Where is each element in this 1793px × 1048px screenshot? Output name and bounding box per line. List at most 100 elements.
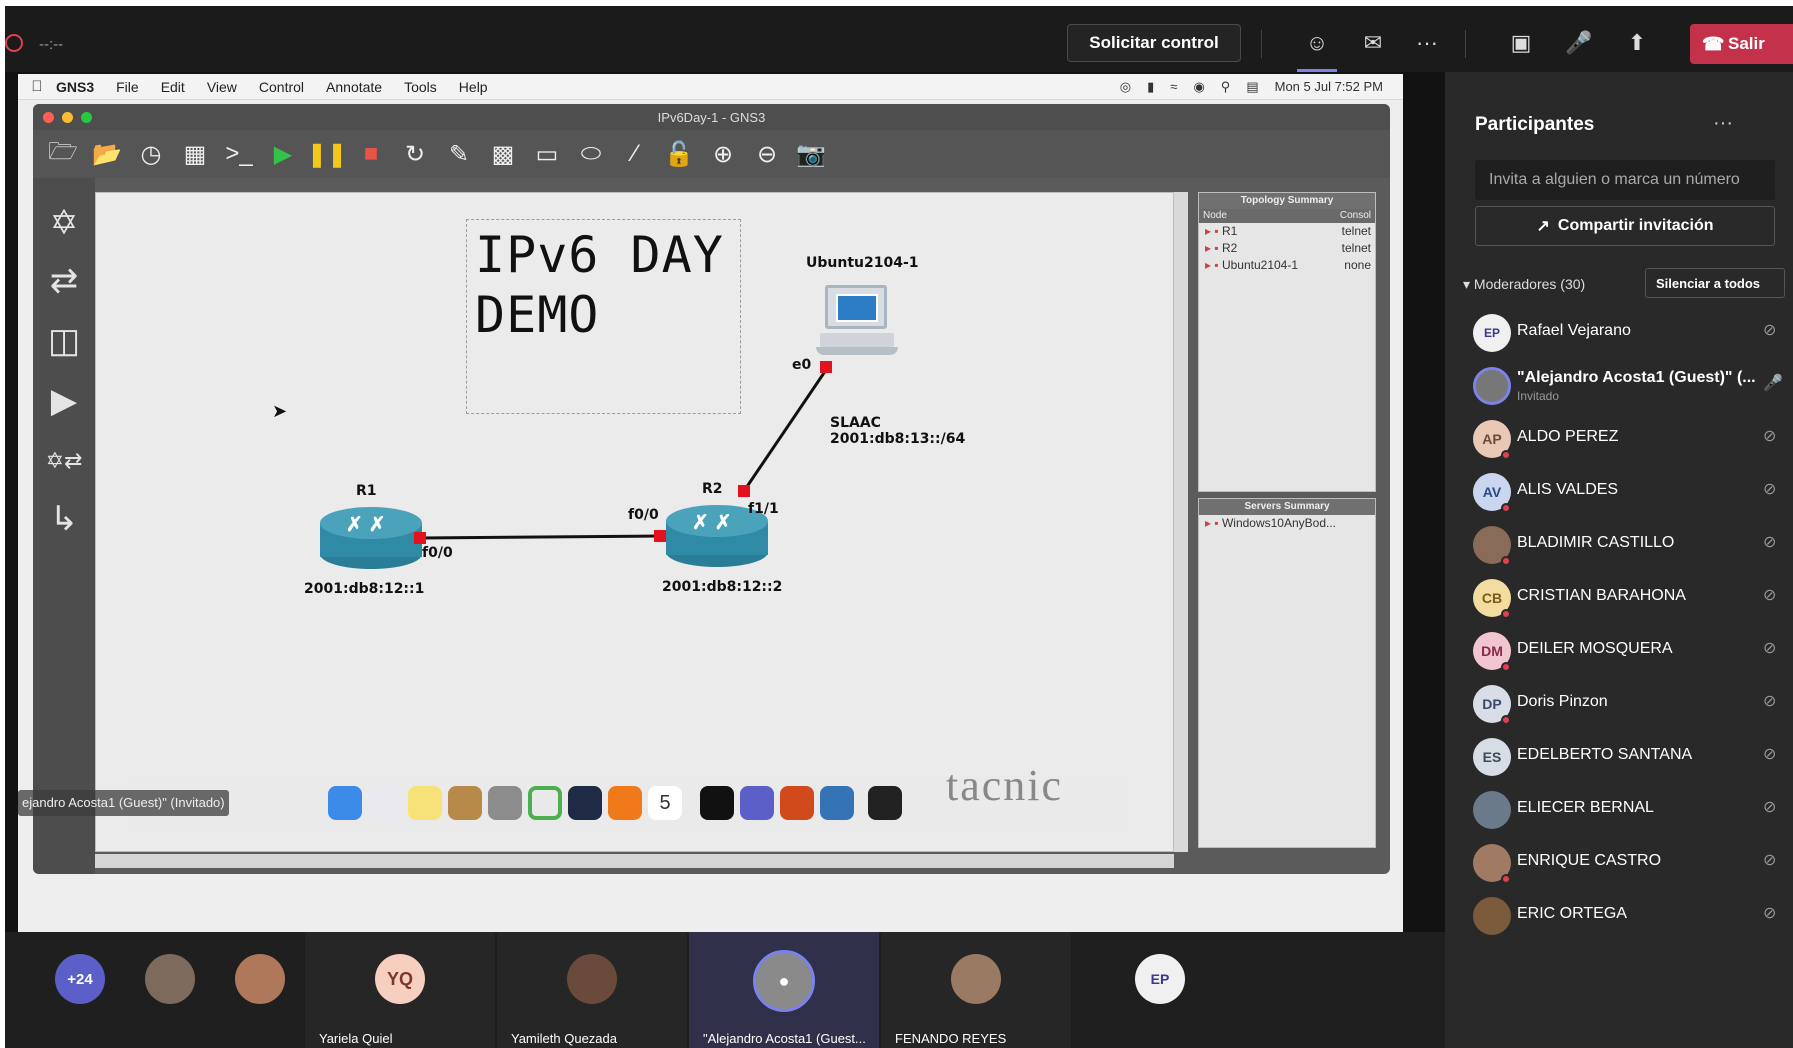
topology-note[interactable]: IPv6 DAY DEMO xyxy=(466,219,741,414)
calendar-icon[interactable]: 5 xyxy=(648,786,682,820)
draw-line-icon[interactable]: ∕ xyxy=(617,136,653,172)
minimize-window-button[interactable] xyxy=(62,112,73,123)
screenshot-icon[interactable]: 📷 xyxy=(793,136,829,172)
launchpad-icon[interactable] xyxy=(368,786,402,820)
menu-tools[interactable]: Tools xyxy=(404,79,437,95)
suspend-all-icon[interactable]: ❚❚ xyxy=(307,136,347,172)
moderators-header[interactable]: ▾ Moderadores (30) xyxy=(1463,276,1585,293)
router-r1[interactable]: ✗✗ xyxy=(320,507,422,569)
participants-more-button[interactable]: ··· xyxy=(1713,112,1733,135)
participant-tile[interactable] xyxy=(145,932,225,1048)
camera-off-icon[interactable]: ▣ xyxy=(1505,28,1537,58)
add-link-icon[interactable]: ↳ xyxy=(39,494,89,544)
finder-icon[interactable] xyxy=(328,786,362,820)
github-icon[interactable] xyxy=(568,786,602,820)
participant-tile[interactable]: YQ Yariela Quiel xyxy=(305,932,495,1048)
lock-icon[interactable]: 🔓 xyxy=(661,136,697,172)
ubuntu-host[interactable] xyxy=(816,285,898,357)
console-all-icon[interactable]: >_ xyxy=(221,136,257,172)
chrome-icon[interactable] xyxy=(528,786,562,820)
menu-annotate[interactable]: Annotate xyxy=(326,79,382,95)
topology-canvas[interactable]: IPv6 DAY DEMO R1 ✗✗ f0/0 2001:db8:12::1 … xyxy=(95,192,1174,852)
routers-icon[interactable]: ✡ xyxy=(39,198,89,248)
menu-edit[interactable]: Edit xyxy=(161,79,185,95)
participant-tile[interactable] xyxy=(235,932,315,1048)
invite-input[interactable]: Invita a alguien o marca un número xyxy=(1475,160,1775,200)
menu-control[interactable]: Control xyxy=(259,79,304,95)
zoom-in-icon[interactable]: ⊕ xyxy=(705,136,741,172)
link-r1-r2[interactable] xyxy=(420,534,662,540)
participant-row[interactable]: BLADIMIR CASTILLO ⊘ xyxy=(1473,520,1793,570)
participant-tile[interactable]: Yamileth Quezada xyxy=(497,932,687,1048)
gns3-dock-icon[interactable] xyxy=(868,786,902,820)
participant-tile-active-speaker[interactable]: ● "Alejandro Acosta1 (Guest... xyxy=(689,932,879,1048)
more-actions-button[interactable]: ··· xyxy=(1411,28,1443,58)
chat-icon[interactable]: ✉ xyxy=(1357,28,1389,58)
security-devices-icon[interactable]: ▶ xyxy=(39,376,89,426)
teams-icon[interactable] xyxy=(740,786,774,820)
overflow-tile[interactable]: +24 xyxy=(55,932,135,1048)
participant-row[interactable]: EP Rafael Vejarano ⊘ xyxy=(1473,308,1793,358)
mute-all-button[interactable]: Silenciar a todos xyxy=(1645,268,1785,298)
stop-all-icon[interactable]: ■ xyxy=(353,136,389,172)
all-devices-icon[interactable]: ✡⇄ xyxy=(39,436,89,486)
show-interface-labels-icon[interactable]: ▦ xyxy=(177,136,213,172)
participant-row[interactable]: "Alejandro Acosta1 (Guest)" (... Invitad… xyxy=(1473,361,1793,411)
menu-help[interactable]: Help xyxy=(459,79,488,95)
new-project-icon[interactable]: 🗁 xyxy=(45,136,81,172)
mic-muted-icon[interactable]: 🎤 xyxy=(1563,28,1595,58)
participant-tile[interactable]: FENANDO REYES xyxy=(881,932,1071,1048)
request-control-button[interactable]: Solicitar control xyxy=(1067,24,1241,62)
snapshot-icon[interactable]: ◷ xyxy=(133,136,169,172)
participant-row[interactable]: AP ALDO PEREZ ⊘ xyxy=(1473,414,1793,464)
share-invite-button[interactable]: ↗ Compartir invitación xyxy=(1475,206,1775,246)
add-note-icon[interactable]: ✎ xyxy=(441,136,477,172)
user-icon[interactable]: ◉ xyxy=(1193,79,1204,95)
end-devices-icon[interactable]: ◫ xyxy=(39,316,89,366)
menu-gns3[interactable]: GNS3 xyxy=(56,79,94,95)
server-row[interactable]: Windows10AnyBod... xyxy=(1199,515,1375,532)
status-icon[interactable]: ◎ xyxy=(1120,79,1131,95)
zoom-out-icon[interactable]: ⊖ xyxy=(749,136,785,172)
insert-picture-icon[interactable]: ▩ xyxy=(485,136,521,172)
terminal-icon[interactable] xyxy=(700,786,734,820)
spotlight-icon[interactable]: ⚲ xyxy=(1221,79,1231,95)
battery-icon[interactable]: ▮ xyxy=(1147,79,1154,95)
topology-row[interactable]: R2 telnet xyxy=(1199,240,1375,257)
zoom-window-button[interactable] xyxy=(81,112,92,123)
open-project-icon[interactable]: 📂 xyxy=(89,136,125,172)
participant-row[interactable]: ES EDELBERTO SANTANA ⊘ xyxy=(1473,732,1793,782)
draw-rectangle-icon[interactable]: ▭ xyxy=(529,136,565,172)
menubar-clock[interactable]: Mon 5 Jul 7:52 PM xyxy=(1275,79,1383,95)
contacts-icon[interactable] xyxy=(448,786,482,820)
participant-row[interactable]: ELIECER BERNAL ⊘ xyxy=(1473,785,1793,835)
settings-icon[interactable] xyxy=(488,786,522,820)
apple-icon[interactable]:  xyxy=(18,78,56,95)
leave-button[interactable]: ☎ Salir xyxy=(1690,24,1793,64)
reload-all-icon[interactable]: ↻ xyxy=(397,136,433,172)
close-window-button[interactable] xyxy=(43,112,54,123)
link-r2-ubuntu[interactable] xyxy=(742,366,830,492)
participants-icon[interactable]: ☺ xyxy=(1297,28,1337,72)
wifi-icon[interactable]: ≈ xyxy=(1170,79,1177,95)
participant-row[interactable]: CB CRISTIAN BARAHONA ⊘ xyxy=(1473,573,1793,623)
participant-row[interactable]: DP Doris Pinzon ⊘ xyxy=(1473,679,1793,729)
participant-tile[interactable]: EP xyxy=(1135,932,1215,1048)
menu-file[interactable]: File xyxy=(116,79,139,95)
canvas-vertical-scrollbar[interactable] xyxy=(1174,192,1188,852)
topology-row[interactable]: Ubuntu2104-1 none xyxy=(1199,257,1375,274)
control-center-icon[interactable]: ▤ xyxy=(1246,79,1258,95)
share-screen-icon[interactable]: ⬆ xyxy=(1621,28,1653,58)
participant-row[interactable]: DM DEILER MOSQUERA ⊘ xyxy=(1473,626,1793,676)
powerpoint-icon[interactable] xyxy=(780,786,814,820)
start-all-icon[interactable]: ▶ xyxy=(265,136,301,172)
participant-row[interactable]: AV ALIS VALDES ⊘ xyxy=(1473,467,1793,517)
draw-ellipse-icon[interactable]: ⬭ xyxy=(573,136,609,172)
notes-icon[interactable] xyxy=(408,786,442,820)
participant-row[interactable]: ENRIQUE CASTRO ⊘ xyxy=(1473,838,1793,888)
topology-row[interactable]: R1 telnet xyxy=(1199,223,1375,240)
canvas-horizontal-scrollbar[interactable] xyxy=(95,854,1174,868)
wireshark-icon[interactable] xyxy=(820,786,854,820)
menu-view[interactable]: View xyxy=(207,79,237,95)
participant-row[interactable]: ERIC ORTEGA ⊘ xyxy=(1473,891,1793,941)
